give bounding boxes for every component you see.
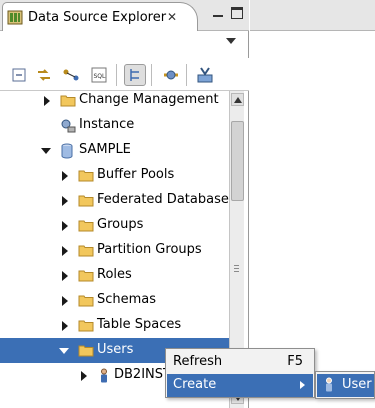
expand-arrow-icon[interactable]: [81, 371, 87, 381]
collapse-all-icon[interactable]: [8, 64, 30, 86]
data-source-explorer-icon: [7, 9, 23, 25]
close-icon[interactable]: ✕: [167, 10, 177, 24]
tree-item-groups[interactable]: Groups: [0, 213, 229, 238]
link-with-editor-icon[interactable]: [33, 64, 55, 86]
tree-item-instance[interactable]: Instance: [0, 113, 229, 138]
tree-item-label: Groups: [97, 217, 144, 232]
expand-arrow-icon[interactable]: [62, 321, 68, 331]
menu-item-refresh[interactable]: Refresh F5: [167, 351, 313, 374]
view-tab-bar: Data Source Explorer ✕: [0, 0, 249, 31]
data-source-explorer-view: Data Source Explorer ✕ SQL Change Manage…: [0, 0, 249, 408]
folder-icon: [78, 193, 94, 211]
view-title: Data Source Explorer: [28, 9, 167, 25]
expand-arrow-icon[interactable]: [62, 196, 68, 206]
tree-item-roles[interactable]: Roles: [0, 263, 229, 288]
scroll-thumb[interactable]: [231, 121, 244, 201]
menu-item-user[interactable]: User: [317, 374, 374, 397]
tree-item-label: Schemas: [97, 292, 157, 307]
expand-arrow-icon[interactable]: [62, 246, 68, 256]
connect-icon[interactable]: [60, 64, 82, 86]
folder-icon: [78, 293, 94, 311]
expand-arrow-icon[interactable]: [62, 221, 68, 231]
submenu-arrow-icon: [300, 381, 305, 389]
folder-icon: [78, 218, 94, 236]
filter-icon[interactable]: [124, 64, 146, 86]
tree-item-label: Roles: [97, 267, 132, 282]
refresh-icon[interactable]: [160, 64, 182, 86]
view-toolbar: SQL: [0, 58, 249, 91]
view-tab[interactable]: Data Source Explorer ✕: [2, 2, 198, 31]
minimize-view-button[interactable]: [212, 7, 224, 19]
sql-editor-icon[interactable]: SQL: [88, 64, 110, 86]
folder-icon: [78, 268, 94, 286]
expand-arrow-icon[interactable]: [62, 271, 68, 281]
tree-item-label: Users: [97, 342, 134, 357]
expand-arrow-icon[interactable]: [44, 96, 50, 106]
tree-item-change-management[interactable]: Change Management: [0, 91, 229, 113]
folder-icon: [78, 243, 94, 261]
svg-text:SQL: SQL: [94, 73, 107, 80]
tree-item-label: Table Spaces: [97, 317, 182, 332]
menu-item-create[interactable]: Create: [167, 374, 313, 397]
menu-item-shortcut: F5: [287, 354, 303, 369]
scroll-grip: [234, 265, 239, 266]
expand-arrow-icon[interactable]: [62, 171, 68, 181]
tree-item-federated-database[interactable]: Federated Database: [0, 188, 229, 213]
toolbar-separator: [151, 64, 152, 86]
tree-item-label: Partition Groups: [97, 242, 202, 257]
tree-item-label: Change Management: [79, 92, 219, 107]
tree-item-label: Federated Database: [97, 192, 229, 207]
folder-icon: [78, 343, 94, 361]
tree-item-label: Buffer Pools: [97, 167, 175, 182]
toolbar-separator: [186, 64, 187, 86]
toolbar-separator: [116, 64, 117, 86]
tree-item-schemas[interactable]: Schemas: [0, 288, 229, 313]
tree-item-label: Instance: [79, 117, 135, 132]
view-menu-chevron-icon[interactable]: [226, 38, 236, 44]
editor-area: [250, 0, 375, 408]
collapse-arrow-icon[interactable]: [59, 348, 69, 354]
user-icon: [98, 368, 110, 388]
folder-icon: [78, 168, 94, 186]
maximize-view-button[interactable]: [231, 7, 243, 19]
scroll-up-icon[interactable]: [231, 93, 244, 106]
folder-icon: [60, 93, 76, 111]
tree-item-table-spaces[interactable]: Table Spaces: [0, 313, 229, 338]
editor-header: [250, 0, 375, 31]
menu-item-label: User: [342, 377, 372, 392]
expand-arrow-icon[interactable]: [62, 296, 68, 306]
instance-icon: [60, 118, 76, 138]
tree-item-buffer-pools[interactable]: Buffer Pools: [0, 163, 229, 188]
user-icon: [324, 377, 334, 397]
import-icon[interactable]: [194, 64, 216, 86]
context-menu: Refresh F5 Create: [165, 348, 315, 398]
tree-item-label: SAMPLE: [79, 142, 131, 157]
menu-item-label: Create: [173, 377, 217, 392]
tree-item-sample[interactable]: SAMPLE: [0, 138, 229, 163]
scroll-grip: [234, 268, 239, 269]
collapse-arrow-icon[interactable]: [41, 148, 51, 154]
database-icon: [60, 143, 74, 163]
tree-item-partition-groups[interactable]: Partition Groups: [0, 238, 229, 263]
create-submenu: User: [315, 371, 375, 399]
menu-item-label: Refresh: [173, 354, 223, 369]
folder-icon: [78, 318, 94, 336]
scroll-grip: [234, 271, 239, 272]
